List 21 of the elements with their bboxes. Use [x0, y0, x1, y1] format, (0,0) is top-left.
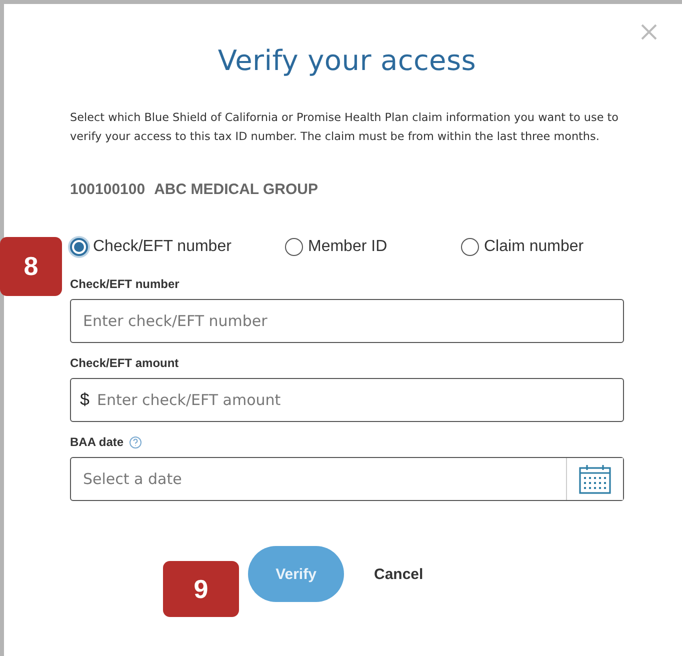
- cancel-link[interactable]: Cancel: [374, 566, 424, 582]
- tax-id: 100100100: [70, 181, 146, 198]
- date-field[interactable]: Select a date: [70, 457, 624, 501]
- intro-text: Select which Blue Shield of California or Promise Health Plan claim information you want to use to verify your access to this tax ID number. The claim must be from within the last three months.: [70, 110, 620, 144]
- field-label: Check/EFT number: [70, 277, 180, 291]
- radio-option[interactable]: Check/EFT number: [70, 238, 232, 256]
- calendar-icon: [579, 464, 611, 494]
- field-label: Check/EFT amount: [70, 356, 179, 370]
- radio-button[interactable]: [285, 238, 303, 256]
- radio-button[interactable]: [70, 238, 88, 256]
- input-field[interactable]: Enter check/EFT number: [70, 299, 624, 343]
- step-badge: 8: [0, 237, 62, 296]
- step-badge: 9: [163, 561, 239, 617]
- dialog-title: Verify your access: [216, 44, 478, 77]
- calendar-button[interactable]: [566, 458, 623, 500]
- radio-option[interactable]: Member ID: [285, 238, 388, 256]
- radio-option[interactable]: Claim number: [461, 238, 584, 256]
- radio-button[interactable]: [461, 238, 479, 256]
- currency-symbol: $: [80, 390, 90, 410]
- group-name: ABC MEDICAL GROUP: [154, 181, 318, 198]
- field-label: BAA date: [70, 435, 124, 449]
